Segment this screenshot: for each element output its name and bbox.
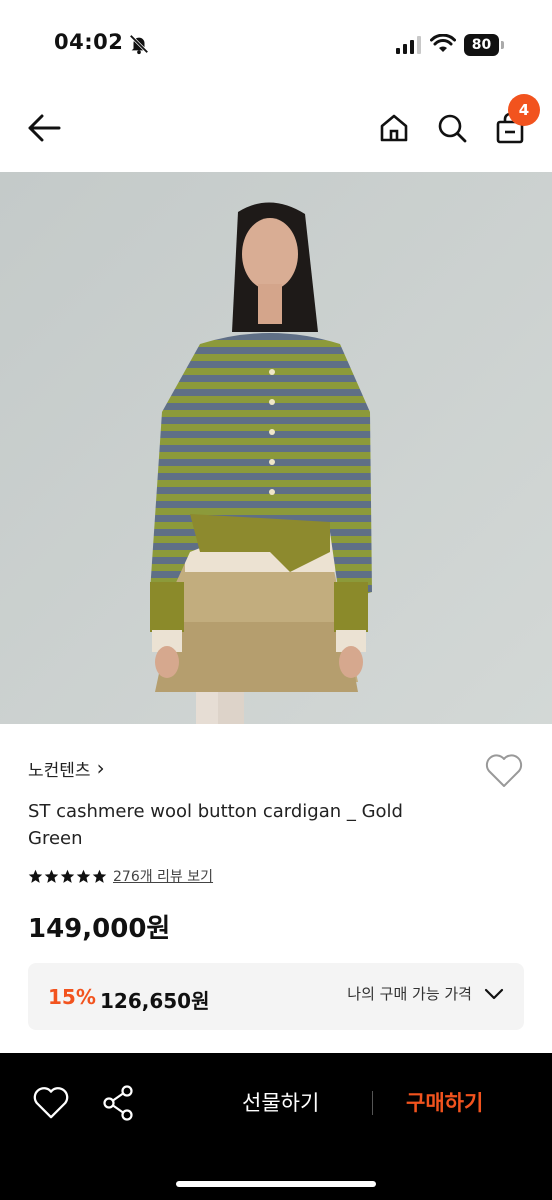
- home-button[interactable]: [374, 108, 414, 148]
- status-time: 04:02: [54, 30, 124, 54]
- divider: [372, 1091, 373, 1115]
- chevron-down-icon: [484, 988, 504, 999]
- home-icon: [380, 114, 408, 142]
- search-button[interactable]: [432, 108, 472, 148]
- heart-icon: [485, 754, 523, 787]
- search-icon: [438, 114, 467, 143]
- share-icon: [103, 1085, 133, 1121]
- rating-row: 276개 리뷰 보기: [28, 866, 213, 886]
- battery-icon: 80: [464, 34, 504, 56]
- discount-rate: 15%: [48, 985, 96, 1009]
- buy-button[interactable]: 구매하기: [406, 1087, 483, 1117]
- home-indicator: [176, 1181, 376, 1187]
- share-button[interactable]: [100, 1083, 136, 1123]
- brand-link[interactable]: 노컨텐츠 ›: [28, 756, 105, 781]
- discount-box: 15% 126,650원 나의 구매 가능 가격: [28, 963, 524, 1030]
- wishlist-button[interactable]: [484, 752, 524, 790]
- star-icon: [28, 869, 43, 883]
- product-image[interactable]: [0, 172, 552, 724]
- star-icon: [60, 869, 75, 883]
- back-arrow-icon: [28, 114, 61, 142]
- bell-off-icon: [129, 34, 149, 55]
- bottom-action-bar: 선물하기 구매하기: [0, 1053, 552, 1200]
- my-price-label: 나의 구매 가능 가격: [347, 985, 472, 1003]
- heart-icon: [33, 1087, 69, 1119]
- bottom-wishlist-button[interactable]: [32, 1085, 70, 1121]
- gift-button[interactable]: 선물하기: [242, 1087, 319, 1117]
- rating-stars: [28, 869, 107, 884]
- my-price-toggle[interactable]: 나의 구매 가능 가격: [347, 983, 504, 1004]
- signal-icon: [396, 36, 421, 54]
- cart-count-badge: 4: [508, 94, 540, 126]
- star-icon: [76, 869, 91, 883]
- star-icon: [44, 869, 59, 883]
- product-photo: [0, 172, 552, 724]
- chevron-right-icon: ›: [96, 756, 105, 780]
- review-link[interactable]: 276개 리뷰 보기: [113, 866, 213, 886]
- back-button[interactable]: [24, 110, 64, 146]
- discount-price: 126,650원: [100, 989, 210, 1013]
- wifi-icon: [430, 34, 456, 52]
- product-title: ST cashmere wool button cardigan _ Gold …: [28, 801, 403, 849]
- battery-level: 80: [464, 34, 499, 56]
- brand-name: 노컨텐츠: [28, 761, 91, 781]
- nav-header: [0, 80, 552, 172]
- product-price: 149,000원: [28, 914, 171, 944]
- star-icon: [92, 869, 107, 883]
- status-bar: 04:02 80: [0, 0, 552, 80]
